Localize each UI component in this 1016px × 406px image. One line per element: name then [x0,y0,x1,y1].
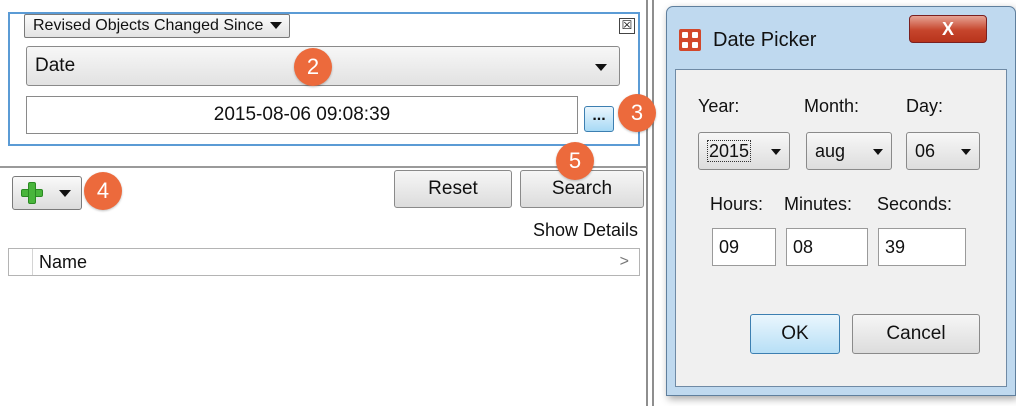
remove-criteria-close-icon[interactable]: ☒ [619,18,635,34]
callout-badge-3: 3 [618,94,656,132]
results-table-header: Name > [8,248,640,276]
row-selector-column [9,249,33,275]
year-value: 2015 [707,140,752,162]
minutes-field[interactable]: 08 [786,228,868,266]
date-picker-dialog: Date Picker X Year: Month: Day: 2015 aug… [666,6,1016,396]
date-value-field[interactable]: 2015-08-06 09:08:39 [26,96,578,134]
callout-badge-4: 4 [84,172,122,210]
month-value: aug [815,141,846,161]
hours-field[interactable]: 09 [712,228,776,266]
name-column-header[interactable]: Name [39,249,87,275]
show-details-link[interactable]: Show Details [470,220,638,241]
date-type-value: Date [35,55,76,76]
callout-badge-5: 5 [556,142,594,180]
dropdown-arrow-icon [873,149,883,155]
day-select[interactable]: 06 [906,132,980,170]
pane-splitter-edge [652,0,654,406]
dropdown-arrow-icon [595,64,607,71]
dropdown-arrow-icon [771,149,781,155]
pane-splitter[interactable] [646,0,648,406]
ok-button[interactable]: OK [750,314,840,354]
date-picker-body: Year: Month: Day: 2015 aug 06 Hours: Min… [675,69,1007,387]
minutes-label: Minutes: [784,194,853,214]
dropdown-arrow-icon [961,149,971,155]
hours-label: Hours: [710,194,764,214]
callout-badge-2: 2 [294,48,332,86]
day-value: 06 [915,141,936,161]
plus-icon [21,182,43,204]
year-label: Year: [698,96,740,116]
cancel-button[interactable]: Cancel [852,314,980,354]
seconds-field[interactable]: 39 [878,228,966,266]
month-select[interactable]: aug [806,132,892,170]
dropdown-arrow-icon [270,22,283,29]
criteria-type-select[interactable]: Revised Objects Changed Since [24,14,291,38]
add-criteria-button[interactable] [12,176,82,210]
dialog-title: Date Picker [713,29,817,51]
year-select[interactable]: 2015 [698,132,790,170]
panel-divider [0,166,648,168]
criteria-type-label: Revised Objects Changed Since [33,17,264,34]
day-label: Day: [906,96,944,116]
open-date-picker-button[interactable]: ... [584,106,614,132]
chevron-right-icon[interactable]: > [620,249,629,275]
app-logo-icon [679,29,701,51]
close-dialog-button[interactable]: X [909,15,987,43]
month-label: Month: [804,96,860,116]
reset-button[interactable]: Reset [394,170,512,208]
seconds-label: Seconds: [877,194,953,214]
dropdown-arrow-icon [59,190,71,197]
